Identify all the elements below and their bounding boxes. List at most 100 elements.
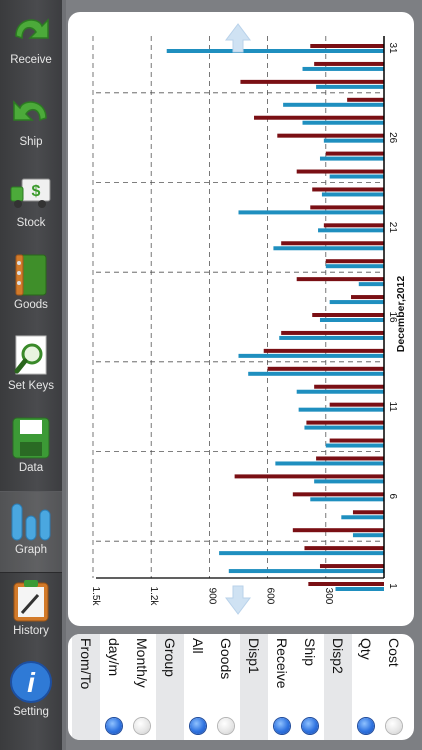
group-header-disp1: Disp1 bbox=[240, 634, 268, 740]
option-receive[interactable]: Receive bbox=[268, 634, 296, 740]
qty-label: Qty bbox=[358, 638, 374, 660]
bar-ship-day-15 bbox=[281, 330, 384, 335]
set-keys-magnifier-icon bbox=[8, 334, 54, 378]
chart-panel: 300 600 900 1.2k 1.5k 1 6 11 16 21 26 31 December,20… bbox=[68, 12, 414, 626]
bar-ship-day-29 bbox=[240, 79, 384, 84]
bar-receive-day-7 bbox=[314, 479, 384, 484]
bar-ship-day-25 bbox=[325, 151, 384, 156]
sidebar-divider bbox=[62, 0, 66, 750]
bar-receive-day-6 bbox=[310, 497, 384, 502]
bar-receive-day-16 bbox=[319, 318, 384, 322]
option-day-m[interactable]: day/m bbox=[100, 634, 128, 740]
receive-arrow-icon bbox=[8, 8, 54, 52]
x-tick-label: 1 bbox=[387, 583, 398, 589]
from-to-label: From/To bbox=[78, 638, 94, 690]
bar-ship-day-23 bbox=[312, 187, 384, 192]
bar-ship-day-13 bbox=[267, 366, 384, 371]
sidebar-item-receive[interactable]: Receive bbox=[0, 2, 62, 82]
group-header-disp2: Disp2 bbox=[324, 634, 352, 740]
sidebar-item-data[interactable]: Data bbox=[0, 410, 62, 490]
chart-labels: 3006009001.2k1.5k161116212631December,20… bbox=[90, 42, 407, 606]
sidebar-item-goods[interactable]: Goods bbox=[0, 247, 62, 327]
x-tick-label: 31 bbox=[387, 42, 398, 54]
all-label: All bbox=[190, 638, 206, 654]
goods-radio[interactable] bbox=[218, 718, 234, 734]
bar-receive-day-24 bbox=[329, 174, 384, 179]
scroll-down-arrow-icon[interactable] bbox=[225, 585, 251, 615]
bar-ship-day-20 bbox=[281, 241, 384, 246]
all-radio[interactable] bbox=[190, 718, 206, 734]
bar-receive-day-18 bbox=[358, 282, 384, 287]
sidebar-item-stock[interactable]: $ Stock bbox=[0, 165, 62, 245]
sidebar-item-ship[interactable]: Ship bbox=[0, 84, 62, 164]
bar-ship-day-28 bbox=[347, 97, 384, 102]
bar-ship-day-27 bbox=[254, 115, 384, 120]
sidebar-item-label: History bbox=[13, 624, 49, 637]
ship-radio[interactable] bbox=[302, 718, 318, 734]
bar-receive-day-20 bbox=[273, 246, 384, 251]
bar-ship-day-19 bbox=[325, 259, 384, 264]
bar-ship-day-2 bbox=[319, 564, 384, 569]
graph-bars-icon bbox=[8, 498, 54, 542]
option-qty[interactable]: Qty bbox=[352, 634, 380, 740]
cost-radio[interactable] bbox=[386, 718, 402, 734]
ship-label: Ship bbox=[302, 638, 318, 667]
bar-receive-day-3 bbox=[219, 551, 384, 556]
bar-ship-day-30 bbox=[314, 61, 384, 66]
month-y-radio[interactable] bbox=[134, 718, 150, 734]
bar-receive-day-9 bbox=[325, 443, 384, 448]
bar-receive-day-22 bbox=[238, 210, 384, 215]
bar-ship-day-12 bbox=[314, 384, 384, 389]
group-label: Group bbox=[162, 638, 178, 677]
bar-receive-day-14 bbox=[238, 353, 384, 358]
bar-ship-day-1 bbox=[308, 582, 384, 586]
bar-ship-day-17 bbox=[351, 295, 384, 300]
qty-radio[interactable] bbox=[358, 718, 374, 734]
receive-label: Receive bbox=[274, 638, 290, 689]
sidebar-item-label: Ship bbox=[19, 135, 43, 148]
sidebar-item-graph[interactable]: Graph bbox=[0, 491, 62, 573]
bar-ship-day-4 bbox=[292, 528, 384, 533]
scroll-up-arrow-icon[interactable] bbox=[225, 23, 251, 53]
sidebar: Receive Ship $ Stock Goods Set Keys Data Graph H… bbox=[0, 0, 62, 750]
bar-receive-day-1 bbox=[335, 587, 384, 591]
bar-ship-day-9 bbox=[329, 438, 384, 443]
sidebar-item-setting[interactable]: i Setting bbox=[0, 654, 62, 734]
y-tick-label: 600 bbox=[265, 588, 276, 605]
info-icon: i bbox=[8, 660, 54, 704]
option-month-y[interactable]: Month/y bbox=[128, 634, 156, 740]
bar-ship-day-16 bbox=[312, 313, 384, 317]
disp2-label: Disp2 bbox=[330, 638, 346, 674]
bar-receive-day-28 bbox=[283, 102, 384, 107]
ship-arrow-icon bbox=[8, 90, 54, 134]
bar-receive-day-10 bbox=[304, 425, 384, 430]
option-ship[interactable]: Ship bbox=[296, 634, 324, 740]
sidebar-item-set-keys[interactable]: Set Keys bbox=[0, 328, 62, 408]
bar-ship-day-26 bbox=[277, 133, 384, 138]
sidebar-item-history[interactable]: History bbox=[0, 573, 62, 653]
x-tick-label: 26 bbox=[387, 132, 398, 144]
sidebar-item-label: Data bbox=[18, 461, 44, 474]
bar-receive-day-19 bbox=[325, 264, 384, 269]
bar-receive-day-8 bbox=[275, 461, 384, 466]
bar-ship-day-10 bbox=[306, 420, 384, 425]
svg-text:$: $ bbox=[32, 183, 41, 200]
cost-label: Cost bbox=[386, 638, 402, 667]
goods-notebook-icon bbox=[8, 253, 54, 297]
bar-ship-day-24 bbox=[296, 169, 384, 174]
data-floppy-icon bbox=[8, 416, 54, 460]
bar-receive-day-11 bbox=[298, 407, 384, 412]
group-header-from-to: From/To bbox=[72, 634, 100, 740]
y-tick-label: 1.5k bbox=[90, 587, 101, 607]
option-cost[interactable]: Cost bbox=[380, 634, 408, 740]
option-goods[interactable]: Goods bbox=[212, 634, 240, 740]
bar-receive-day-4 bbox=[352, 533, 384, 538]
bar-ship-day-6 bbox=[292, 492, 384, 497]
month-y-label: Month/y bbox=[134, 638, 150, 688]
option-all[interactable]: All bbox=[184, 634, 212, 740]
bar-receive-day-29 bbox=[316, 84, 384, 89]
day-m-radio[interactable] bbox=[106, 718, 122, 734]
day-m-label: day/m bbox=[106, 638, 122, 677]
receive-radio[interactable] bbox=[274, 718, 290, 734]
bar-receive-day-21 bbox=[318, 228, 384, 233]
